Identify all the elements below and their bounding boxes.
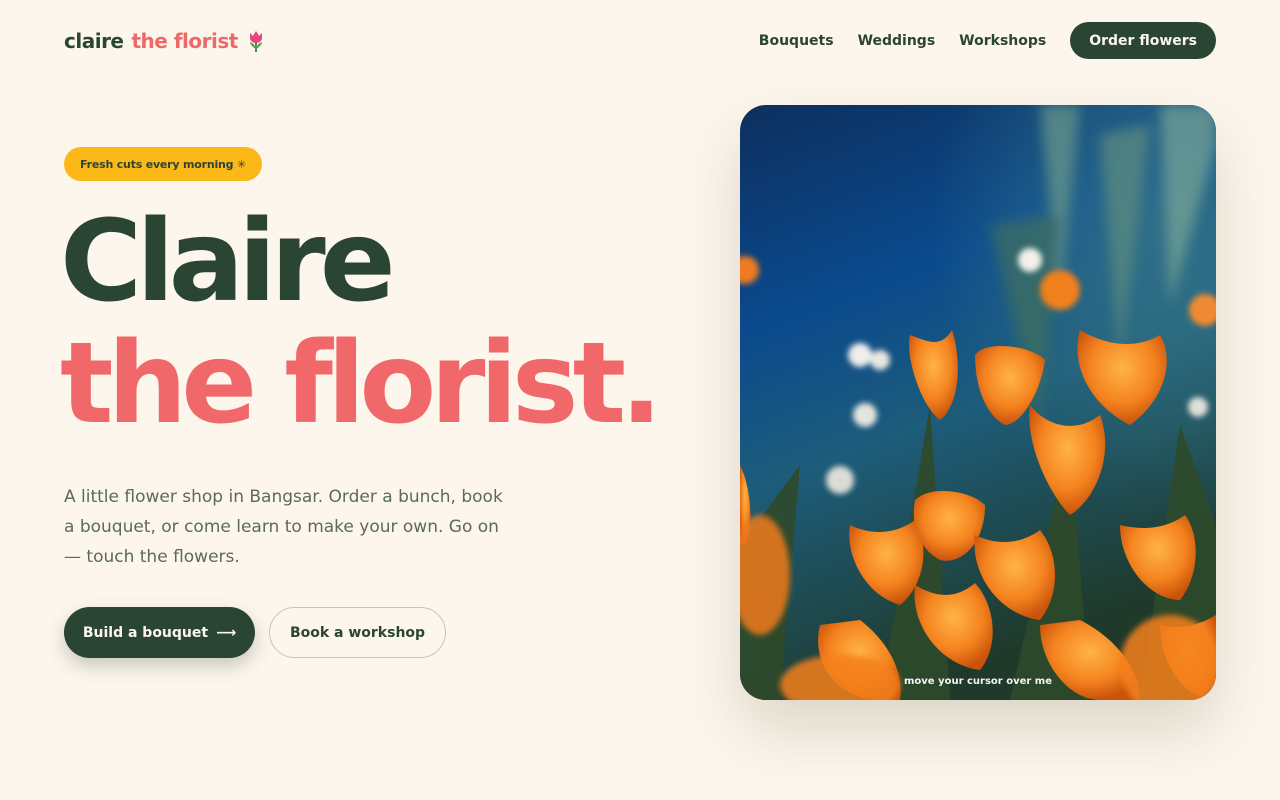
nav-links: Bouquets Weddings Workshops Order flower… xyxy=(759,22,1216,59)
arrow-right-icon: ⟶ xyxy=(216,624,237,641)
nav-link-bouquets[interactable]: Bouquets xyxy=(759,33,834,49)
nav-link-workshops[interactable]: Workshops xyxy=(959,33,1046,49)
nav-link-weddings[interactable]: Weddings xyxy=(858,33,936,49)
cursor-hint-text: move your cursor over me xyxy=(904,676,1052,687)
fresh-cuts-badge: Fresh cuts every morning ✳ xyxy=(64,147,263,181)
hero-title-line2: the florist. xyxy=(60,319,663,449)
brand-name-part1: claire xyxy=(64,28,124,53)
hero-title-line1: Claire xyxy=(60,197,396,327)
book-workshop-button[interactable]: Book a workshop xyxy=(269,607,446,658)
build-bouquet-label: Build a bouquet xyxy=(82,624,209,641)
build-bouquet-button[interactable]: Build a bouquet ⟶ xyxy=(64,607,255,658)
brand-logo[interactable]: claire the florist xyxy=(64,29,266,53)
top-nav: claire the florist Bouquets Weddings Wor… xyxy=(64,22,1216,59)
hero-photo[interactable]: move your cursor over me xyxy=(740,105,1216,700)
brand-name-part2: the florist xyxy=(131,28,239,53)
hero-lead-text: A little flower shop in Bangsar. Order a… xyxy=(64,487,503,567)
tulip-icon xyxy=(246,29,266,53)
poppies-image xyxy=(740,105,1216,700)
order-flowers-button[interactable]: Order flowers xyxy=(1070,22,1216,59)
